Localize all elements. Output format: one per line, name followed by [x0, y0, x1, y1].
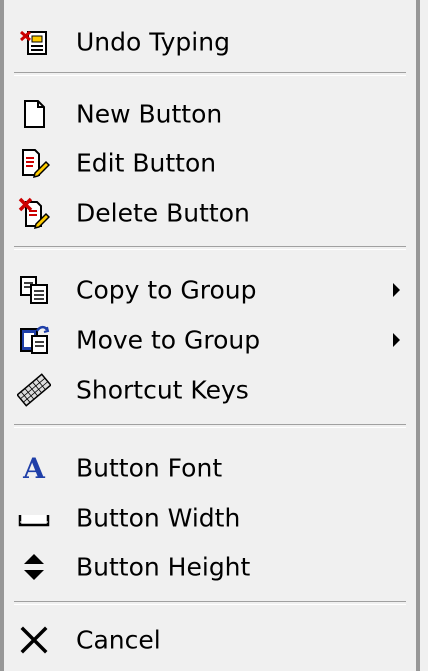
menu-item-button-height[interactable]: Button Height — [4, 539, 416, 595]
close-icon — [14, 620, 54, 660]
menu-item-delete-button[interactable]: Delete Button — [4, 185, 416, 241]
menu-item-label: Button Width — [76, 503, 241, 533]
menu-item-shortcut-keys[interactable]: Shortcut Keys — [4, 362, 416, 418]
submenu-arrow-icon — [393, 333, 400, 347]
undo-icon — [14, 22, 54, 62]
menu-item-edit-button[interactable]: Edit Button — [4, 135, 416, 191]
menu-item-copy-to-group[interactable]: Copy to Group — [4, 262, 416, 318]
copy-icon — [14, 270, 54, 310]
menu-item-label: New Button — [76, 99, 223, 129]
keyboard-icon — [14, 370, 54, 410]
menu-item-label: Shortcut Keys — [76, 375, 249, 405]
menu-item-label: Button Font — [76, 453, 223, 483]
menu-item-label: Cancel — [76, 625, 161, 655]
menu-separator — [14, 72, 406, 76]
submenu-arrow-icon — [393, 283, 400, 297]
width-icon — [14, 498, 54, 538]
svg-text:A: A — [22, 452, 46, 484]
menu-item-label: Button Height — [76, 552, 251, 582]
edit-document-icon — [14, 143, 54, 183]
menu-item-button-font[interactable]: A Button Font — [4, 440, 416, 496]
height-icon — [14, 547, 54, 587]
font-icon: A — [14, 448, 54, 488]
menu-item-move-to-group[interactable]: Move to Group — [4, 312, 416, 368]
menu-item-label: Move to Group — [76, 325, 261, 355]
menu-item-cancel[interactable]: Cancel — [4, 612, 416, 668]
context-menu: Undo Typing New Button Edit Button Delet… — [0, 0, 420, 671]
menu-item-label: Copy to Group — [76, 275, 257, 305]
menu-separator — [14, 424, 406, 428]
menu-separator — [14, 246, 406, 250]
menu-item-new-button[interactable]: New Button — [4, 86, 416, 142]
menu-item-button-width[interactable]: Button Width — [4, 490, 416, 546]
menu-item-label: Delete Button — [76, 198, 250, 228]
move-icon — [14, 320, 54, 360]
new-document-icon — [14, 94, 54, 134]
menu-separator — [14, 601, 406, 605]
delete-document-icon — [14, 193, 54, 233]
menu-item-label: Edit Button — [76, 148, 217, 178]
menu-item-label: Undo Typing — [76, 27, 230, 57]
menu-item-undo-typing[interactable]: Undo Typing — [4, 14, 416, 70]
